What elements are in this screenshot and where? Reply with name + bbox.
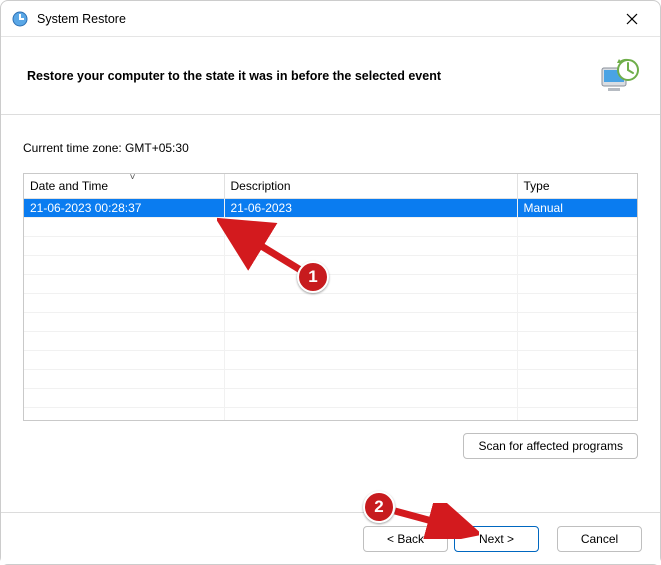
title-bar: System Restore bbox=[1, 1, 660, 37]
table-row-empty bbox=[24, 255, 637, 274]
table-cell-empty bbox=[517, 350, 637, 369]
table-row-empty bbox=[24, 369, 637, 388]
table-cell-empty bbox=[24, 388, 224, 407]
table-cell-empty bbox=[517, 274, 637, 293]
table-row-empty bbox=[24, 350, 637, 369]
window-title: System Restore bbox=[37, 12, 612, 26]
table-cell: Manual bbox=[517, 198, 637, 217]
table-row-empty bbox=[24, 217, 637, 236]
table-cell-empty bbox=[517, 217, 637, 236]
table-cell-empty bbox=[224, 217, 517, 236]
content-area: Current time zone: GMT+05:30 Date and Ti… bbox=[1, 115, 660, 469]
sort-chevron-icon: ˅ bbox=[130, 173, 136, 183]
table-cell-empty bbox=[224, 236, 517, 255]
table-cell-empty bbox=[517, 312, 637, 331]
table-cell-empty bbox=[24, 293, 224, 312]
table-cell-empty bbox=[24, 407, 224, 421]
app-icon bbox=[11, 10, 29, 28]
table-cell-empty bbox=[24, 312, 224, 331]
table-cell-empty bbox=[517, 255, 637, 274]
page-heading: Restore your computer to the state it wa… bbox=[27, 69, 596, 83]
table-cell-empty bbox=[224, 350, 517, 369]
table-row-empty bbox=[24, 236, 637, 255]
annotation-badge-2: 2 bbox=[363, 491, 395, 523]
col-header-type[interactable]: Type bbox=[517, 174, 637, 198]
table-row-empty bbox=[24, 274, 637, 293]
table-cell-empty bbox=[24, 217, 224, 236]
scan-row: Scan for affected programs bbox=[23, 433, 638, 459]
timezone-label: Current time zone: GMT+05:30 bbox=[23, 141, 638, 155]
table-cell-empty bbox=[224, 331, 517, 350]
table-cell-empty bbox=[224, 312, 517, 331]
table-row-empty bbox=[24, 293, 637, 312]
table-cell-empty bbox=[224, 274, 517, 293]
table-cell-empty bbox=[224, 369, 517, 388]
table-cell-empty bbox=[24, 350, 224, 369]
table-cell-empty bbox=[24, 369, 224, 388]
table-cell: 21-06-2023 00:28:37 bbox=[24, 198, 224, 217]
table-cell-empty bbox=[517, 369, 637, 388]
cancel-button[interactable]: Cancel bbox=[557, 526, 642, 552]
restore-points-table[interactable]: Date and Time ˅ Description Type 21-06-2… bbox=[23, 173, 638, 421]
next-button[interactable]: Next > bbox=[454, 526, 539, 552]
table-cell-empty bbox=[24, 236, 224, 255]
table-cell-empty bbox=[224, 255, 517, 274]
table-row-empty bbox=[24, 331, 637, 350]
table-cell: 21-06-2023 bbox=[224, 198, 517, 217]
table-cell-empty bbox=[24, 255, 224, 274]
table-cell-empty bbox=[224, 293, 517, 312]
table-row[interactable]: 21-06-2023 00:28:3721-06-2023Manual bbox=[24, 198, 637, 217]
table-cell-empty bbox=[517, 236, 637, 255]
col-header-date[interactable]: Date and Time ˅ bbox=[24, 174, 224, 198]
table-row-empty bbox=[24, 407, 637, 421]
col-header-description[interactable]: Description bbox=[224, 174, 517, 198]
table-cell-empty bbox=[224, 388, 517, 407]
restore-hero-icon bbox=[596, 54, 640, 98]
table-row-empty bbox=[24, 312, 637, 331]
table-row-empty bbox=[24, 388, 637, 407]
header-band: Restore your computer to the state it wa… bbox=[1, 37, 660, 115]
annotation-badge-1: 1 bbox=[297, 261, 329, 293]
table-cell-empty bbox=[517, 388, 637, 407]
wizard-footer: < Back Next > Cancel bbox=[1, 512, 660, 564]
close-icon bbox=[626, 13, 638, 25]
close-button[interactable] bbox=[612, 4, 652, 34]
table-cell-empty bbox=[517, 293, 637, 312]
table-cell-empty bbox=[517, 407, 637, 421]
back-button[interactable]: < Back bbox=[363, 526, 448, 552]
table-cell-empty bbox=[517, 331, 637, 350]
scan-affected-button[interactable]: Scan for affected programs bbox=[463, 433, 638, 459]
table-cell-empty bbox=[24, 274, 224, 293]
table-cell-empty bbox=[24, 331, 224, 350]
col-header-date-label: Date and Time bbox=[30, 179, 108, 193]
table-cell-empty bbox=[224, 407, 517, 421]
